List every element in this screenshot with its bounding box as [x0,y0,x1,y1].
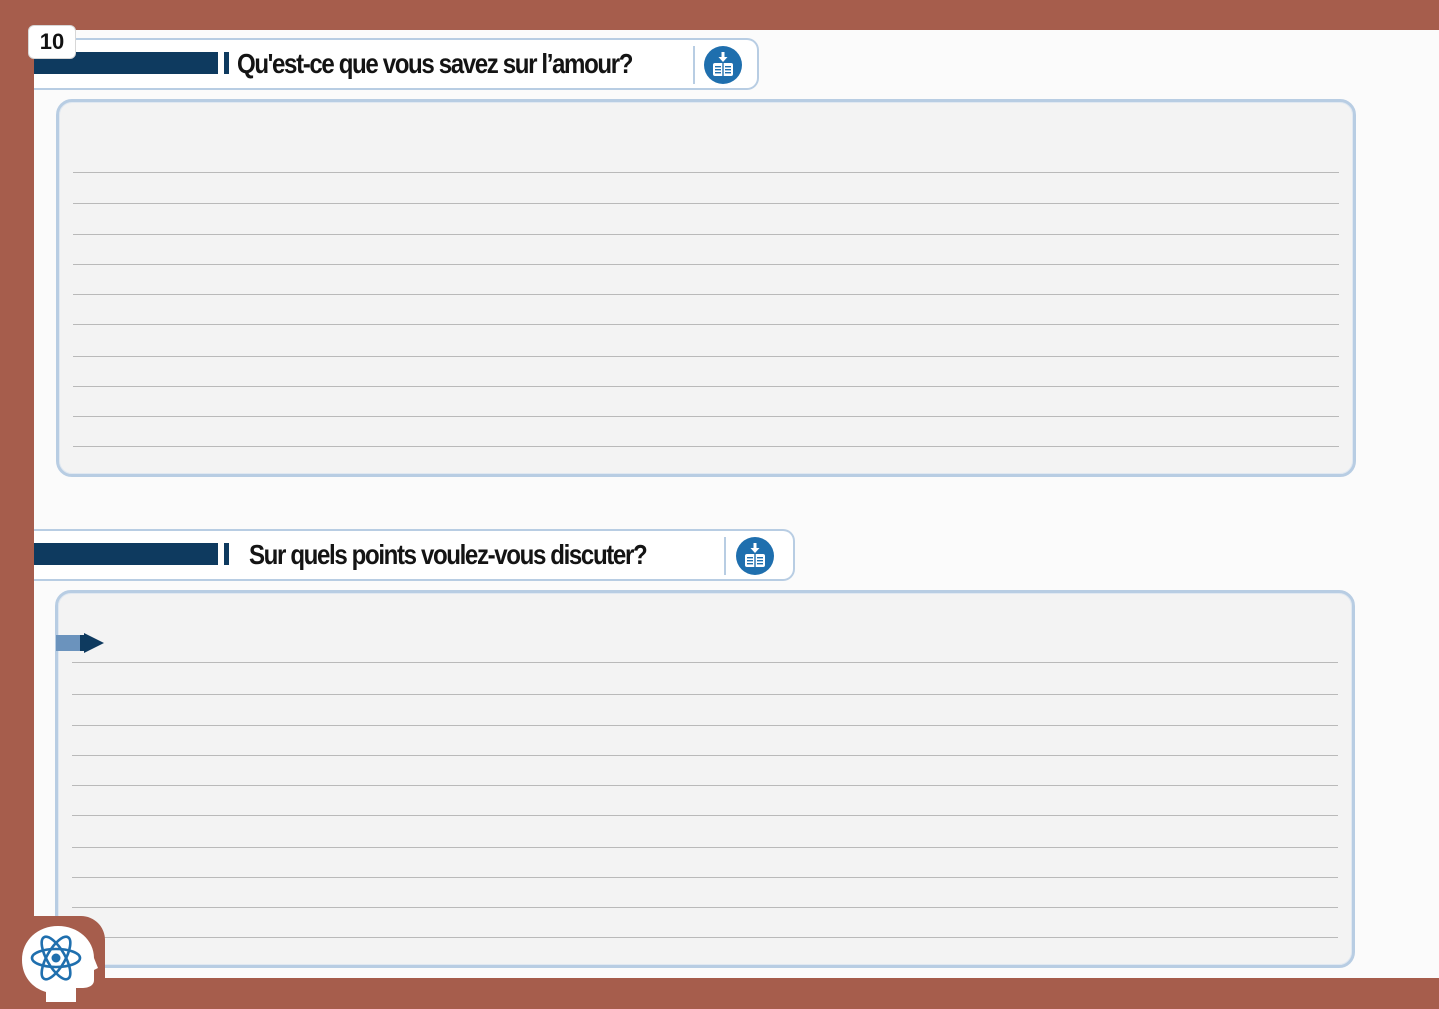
heading-accent-bar [34,543,218,565]
download-book-icon[interactable] [704,46,742,84]
atom-head-logo [16,922,100,1004]
download-book-icon[interactable] [736,537,774,575]
answer-input-1[interactable] [73,112,1339,464]
page-number: 10 [28,25,76,59]
section-1-title: Qu'est-ce que vous savez sur l’amour? [237,48,633,79]
answer-box-1 [56,99,1356,477]
heading-accent-tick [224,543,229,565]
pencil-arrow-icon [56,632,106,654]
heading-divider [724,537,726,575]
section-2-heading: Sur quels points voulez-vous discuter? [34,529,795,581]
heading-divider [693,46,695,84]
answer-box-2 [55,590,1355,968]
section-2-title: Sur quels points voulez-vous discuter? [249,539,648,570]
heading-accent-tick [224,52,229,74]
answer-input-2[interactable] [72,603,1338,955]
section-1-heading: Qu'est-ce que vous savez sur l’amour? [34,38,759,90]
